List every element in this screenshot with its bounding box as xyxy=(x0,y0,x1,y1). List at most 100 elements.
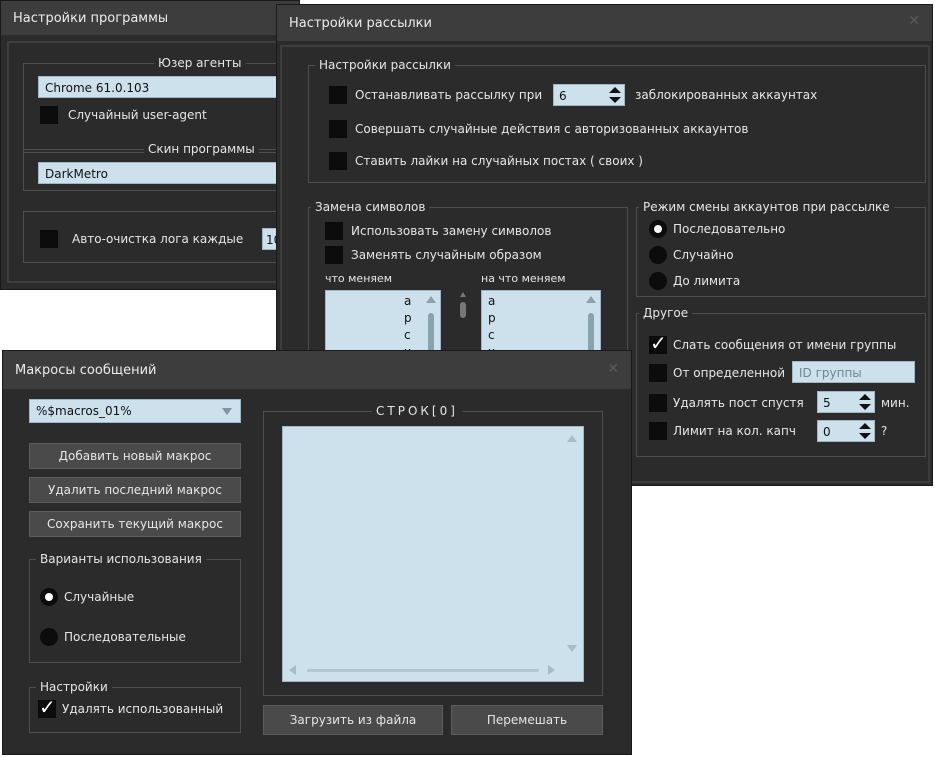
usage-sequential-radio[interactable] xyxy=(40,628,58,646)
use-replace-label: Использовать замену символов xyxy=(351,224,552,238)
delete-used-checkbox[interactable] xyxy=(38,695,56,719)
macro-settings-legend: Настройки xyxy=(36,680,112,694)
macros-title: Макросы сообщений xyxy=(15,362,157,378)
list-item[interactable]: a xyxy=(488,293,496,310)
list-item[interactable]: с xyxy=(404,327,412,344)
macro-select-value: %$macros_01% xyxy=(36,404,132,418)
stop-mailing-spinner[interactable]: 6 xyxy=(553,84,625,106)
scroll-up-icon[interactable] xyxy=(586,296,596,303)
use-replace-checkbox[interactable] xyxy=(325,222,343,240)
spinner-arrows-icon[interactable] xyxy=(609,86,621,104)
autoclear-group: Авто-очистка лога каждые 10 xyxy=(23,211,300,263)
macro-lines-textarea[interactable] xyxy=(282,426,584,682)
switch-mode-legend: Режим смены аккаунтов при рассылке xyxy=(639,200,894,214)
shuffle-button[interactable]: Перемешать xyxy=(451,705,603,735)
random-user-agent-checkbox[interactable] xyxy=(40,106,58,124)
add-macro-button[interactable]: Добавить новый макрос xyxy=(29,443,241,469)
delete-post-value: 5 xyxy=(823,396,831,410)
scroll-up-icon[interactable] xyxy=(567,435,577,442)
captcha-limit-checkbox[interactable] xyxy=(649,422,667,440)
delete-post-spinner[interactable]: 5 xyxy=(817,391,875,413)
usage-legend: Варианты использования xyxy=(36,552,206,566)
usage-random-label: Случайные xyxy=(64,590,135,604)
delete-last-macro-button[interactable]: Удалить последний макрос xyxy=(29,477,241,503)
other-group: Другое Слать сообщения от имени группы О… xyxy=(636,306,926,457)
list-item[interactable]: р xyxy=(404,310,412,327)
spinner-arrows-icon[interactable] xyxy=(859,393,871,411)
user-agents-group: Юзер агенты Chrome 61.0.103 Случайный us… xyxy=(23,56,300,153)
usage-random-radio[interactable] xyxy=(40,588,58,606)
random-actions-checkbox[interactable] xyxy=(329,120,347,138)
usage-group: Варианты использования Случайные Последо… xyxy=(29,552,241,663)
list-item[interactable]: c xyxy=(488,327,496,344)
captcha-limit-label: Лимит на кол. капч xyxy=(673,424,796,438)
list-item[interactable]: а xyxy=(404,293,412,310)
stop-mailing-label: Останавливать рассылку при xyxy=(355,88,543,102)
random-actions-label: Совершать случайные действия с авторизов… xyxy=(355,122,749,136)
likes-label: Ставить лайки на случайных постах ( свои… xyxy=(355,154,643,168)
mailing-main-group: Настройки рассылки Останавливать рассылк… xyxy=(308,58,926,183)
autoclear-label: Авто-очистка лога каждые xyxy=(72,232,244,246)
list-item[interactable]: p xyxy=(488,310,496,327)
load-from-file-button[interactable]: Загрузить из файла xyxy=(263,705,443,735)
lines-legend: СТРОК[0] xyxy=(372,404,462,418)
send-as-group-label: Слать сообщения от имени группы xyxy=(673,338,897,352)
other-legend: Другое xyxy=(639,306,693,320)
mode-limit-label: До лимита xyxy=(673,274,741,288)
program-settings-title: Настройки программы xyxy=(13,10,169,26)
scroll-left-icon[interactable] xyxy=(289,665,296,675)
switch-mode-group: Режим смены аккаунтов при рассылке После… xyxy=(636,200,926,297)
mailing-settings-titlebar[interactable]: Настройки рассылки ✕ xyxy=(277,5,932,41)
mode-random-radio[interactable] xyxy=(649,246,667,264)
random-replace-checkbox[interactable] xyxy=(325,246,343,264)
user-agents-legend: Юзер агенты xyxy=(154,56,246,70)
scroll-right-icon[interactable] xyxy=(548,665,555,675)
stop-mailing-suffix: заблокированных аккаунтах xyxy=(635,88,818,102)
save-current-macro-button[interactable]: Сохранить текущий макрос xyxy=(29,511,241,537)
stop-mailing-checkbox[interactable] xyxy=(329,86,347,104)
delete-used-label: Удалять использованный xyxy=(62,702,224,716)
from-specific-checkbox[interactable] xyxy=(649,364,667,382)
mailing-close-icon[interactable]: ✕ xyxy=(908,13,920,29)
macros-close-icon[interactable]: ✕ xyxy=(607,361,619,377)
stop-mailing-value: 6 xyxy=(559,89,567,103)
captcha-limit-spinner[interactable]: 0 xyxy=(817,420,875,442)
mailing-main-legend: Настройки рассылки xyxy=(315,58,455,72)
send-as-group-checkbox[interactable] xyxy=(649,331,667,355)
spinner-arrows-icon[interactable] xyxy=(859,422,871,440)
mode-sequential-radio[interactable] xyxy=(649,220,667,238)
random-replace-label: Заменять случайным образом xyxy=(351,248,542,262)
user-agent-field[interactable]: Chrome 61.0.103 xyxy=(38,76,300,98)
replace-from-label: что меняем xyxy=(325,272,393,285)
mode-random-label: Случайно xyxy=(673,248,734,262)
horizontal-scroll-track[interactable] xyxy=(307,669,539,672)
scroll-up-icon[interactable] xyxy=(426,296,436,303)
from-specific-label: От определенной xyxy=(673,366,786,380)
delete-post-checkbox[interactable] xyxy=(649,394,667,412)
macros-titlebar[interactable]: Макросы сообщений ✕ xyxy=(3,351,631,389)
captcha-help-icon[interactable]: ? xyxy=(881,424,887,438)
macro-select[interactable]: %$macros_01% xyxy=(29,399,241,423)
macros-window: Макросы сообщений ✕ %$macros_01% Добавит… xyxy=(2,350,632,755)
skin-group: Скин программы DarkMetro xyxy=(23,142,300,191)
skin-legend: Скин программы xyxy=(144,142,259,156)
list-splitter-handle[interactable] xyxy=(459,290,467,330)
delete-post-label: Удалять пост спустя xyxy=(673,396,804,410)
skin-field[interactable]: DarkMetro xyxy=(38,162,300,184)
mode-limit-radio[interactable] xyxy=(649,272,667,290)
delete-post-unit: мин. xyxy=(881,396,910,410)
scroll-down-icon[interactable] xyxy=(567,645,577,652)
mode-sequential-label: Последовательно xyxy=(673,222,786,236)
program-settings-titlebar[interactable]: Настройки программы xyxy=(1,1,299,35)
autoclear-checkbox[interactable] xyxy=(40,230,58,248)
program-settings-window: Настройки программы Юзер агенты Chrome 6… xyxy=(0,0,300,290)
group-id-input[interactable]: ID группы xyxy=(792,361,915,383)
lines-group: СТРОК[0] xyxy=(263,404,603,696)
replace-legend: Замена символов xyxy=(311,200,430,214)
macro-settings-group: Настройки Удалять использованный xyxy=(29,680,241,733)
chevron-down-icon[interactable] xyxy=(222,408,232,415)
replace-to-label: на что меняем xyxy=(481,272,566,285)
usage-sequential-label: Последовательные xyxy=(64,630,186,644)
likes-checkbox[interactable] xyxy=(329,152,347,170)
captcha-limit-value: 0 xyxy=(823,425,831,439)
